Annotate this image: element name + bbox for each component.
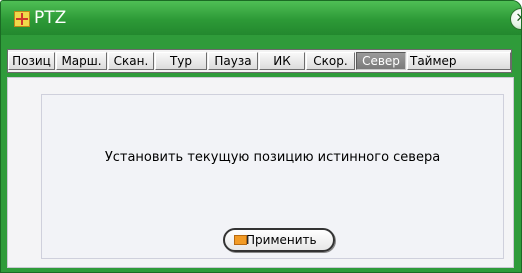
- tab-ir[interactable]: ИК: [259, 52, 305, 70]
- tab-position[interactable]: Позиц: [8, 52, 55, 70]
- title-bar[interactable]: PTZ ✕: [1, 1, 521, 35]
- tab-route[interactable]: Марш.: [56, 52, 107, 70]
- tab-scan[interactable]: Скан.: [108, 52, 154, 70]
- tab-tour[interactable]: Тур: [155, 52, 207, 70]
- tab-pause[interactable]: Пауза: [208, 52, 258, 70]
- tab-bar: Позиц Марш. Скан. Тур Пауза ИК Скор. Сев…: [7, 49, 512, 73]
- tab-speed[interactable]: Скор.: [306, 52, 355, 70]
- north-message: Установить текущую позицию истинного сев…: [104, 150, 441, 165]
- tab-timer[interactable]: Таймер: [407, 52, 511, 70]
- tab-north[interactable]: Север: [356, 52, 406, 70]
- ptz-app-icon: [14, 11, 30, 27]
- ptz-window: PTZ ✕ Позиц Марш. Скан. Тур Пауза ИК Ско…: [0, 0, 522, 273]
- tab-content: Установить текущую позицию истинного сев…: [7, 77, 514, 268]
- apply-button-label: Применить: [246, 233, 317, 247]
- north-panel: Установить текущую позицию истинного сев…: [41, 94, 504, 259]
- window-title: PTZ: [34, 8, 67, 28]
- close-icon[interactable]: ✕: [510, 8, 521, 30]
- apply-button[interactable]: Применить: [223, 228, 335, 252]
